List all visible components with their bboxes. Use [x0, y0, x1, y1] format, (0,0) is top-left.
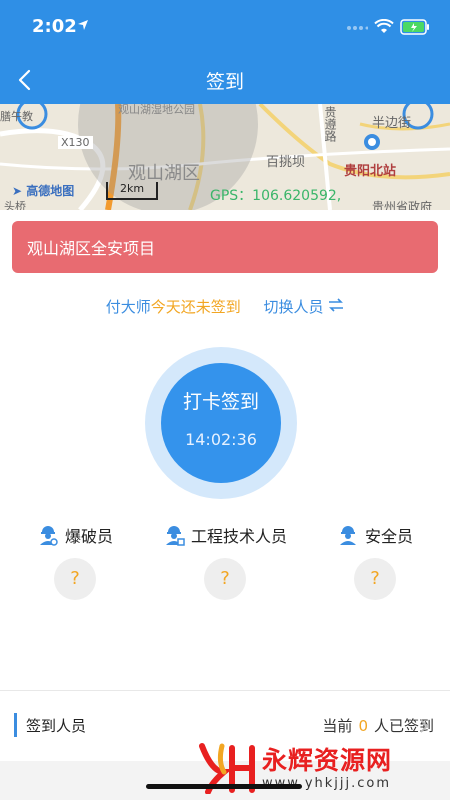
- wifi-icon: [374, 19, 394, 33]
- page-title: 签到: [205, 71, 244, 93]
- page: 2:02 签到 观山湖湿地公园 膳午教 X130 百挑坝 半边街 贵遵路 贵州省…: [0, 0, 450, 800]
- map-park-label: 观山湖湿地公园: [118, 104, 195, 116]
- role-label: 爆破员: [64, 527, 113, 546]
- chevron-right-icon: [420, 719, 429, 733]
- role-engineer: 工程技术人员 ?: [150, 520, 300, 600]
- switch-person-button[interactable]: 切换人员: [264, 298, 345, 316]
- role-avatar-placeholder[interactable]: ?: [354, 558, 396, 600]
- location-arrow-icon: [78, 20, 88, 30]
- map-poi-baitiao: 百挑坝: [266, 155, 306, 170]
- map-scale: 2km: [106, 182, 158, 200]
- map-road-vertical: 贵遵路: [323, 106, 337, 142]
- checkin-status-line: 付大师今天还未签到 切换人员: [0, 296, 450, 317]
- map-poi-left: 膳午教: [0, 110, 33, 123]
- checked-in-members-title: 签到人员: [26, 717, 87, 735]
- count-prefix: 当前: [322, 717, 353, 735]
- checkin-label: 打卡签到: [182, 391, 259, 413]
- watermark-name: 永辉资源网: [262, 745, 393, 775]
- signal-dots-icon: [347, 26, 368, 30]
- checked-in-count: 当前 0 人已签到: [240, 715, 434, 736]
- checkin-status-message: 今天还未签到: [150, 298, 241, 316]
- section-accent-bar: [14, 713, 17, 737]
- home-indicator[interactable]: [146, 784, 302, 789]
- switch-person-label: 切换人员: [263, 298, 324, 316]
- map-gov-label: 贵州省政府: [372, 200, 433, 210]
- map-bottom-left: 头桥: [4, 200, 26, 210]
- header: 2:02 签到: [0, 0, 450, 104]
- map-road-code: X130: [58, 136, 93, 149]
- gps-coordinates: GPS：106.620592,: [210, 188, 342, 204]
- worker-helmet-icon: [39, 526, 58, 546]
- nav-bar: 签到: [0, 56, 450, 104]
- role-label: 安全员: [364, 527, 413, 546]
- role-avatar-placeholder[interactable]: ?: [204, 558, 246, 600]
- count-value: 0: [358, 717, 368, 735]
- map-poi-banbian: 半边街: [372, 116, 412, 131]
- project-name: 观山湖区全安项目: [27, 239, 156, 258]
- map-logo: ➤ 高德地图: [12, 184, 75, 198]
- safety-officer-icon: [339, 526, 356, 545]
- project-banner[interactable]: 观山湖区全安项目: [12, 221, 438, 273]
- role-label: 工程技术人员: [190, 527, 287, 546]
- swap-icon: [329, 298, 344, 312]
- person-name: 付大师: [105, 298, 151, 316]
- roles-section: 爆破员 ? 工程技术人员 ? 安全员 ?: [0, 520, 450, 610]
- status-bar: 2:02: [0, 0, 450, 56]
- role-avatar-placeholder[interactable]: ?: [54, 558, 96, 600]
- status-time: 2:02: [32, 16, 77, 37]
- engineer-icon: [165, 526, 185, 546]
- checkin-time: 14:02:36: [185, 430, 257, 449]
- role-safety-officer: 安全员 ?: [300, 520, 450, 600]
- map-logo-text: 高德地图: [26, 184, 75, 198]
- map-station-label: 贵阳北站: [344, 164, 397, 179]
- map-view[interactable]: 观山湖湿地公园 膳午教 X130 百挑坝 半边街 贵遵路 贵州省政府 头桥 观山…: [0, 104, 450, 210]
- checkin-button[interactable]: 打卡签到 14:02:36: [161, 363, 281, 483]
- role-blaster: 爆破员 ?: [0, 520, 150, 600]
- battery-icon: [400, 19, 429, 35]
